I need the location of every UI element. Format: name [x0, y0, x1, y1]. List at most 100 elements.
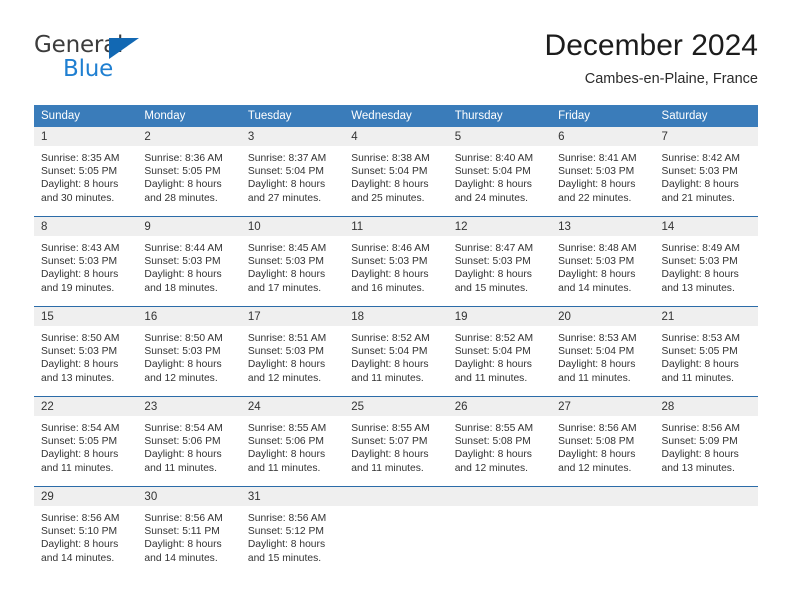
day-cell[interactable]: 10 Sunrise: 8:45 AM Sunset: 5:03 PM Dayl…	[240, 216, 345, 307]
calendar-week-row: 1 Sunrise: 8:35 AM Sunset: 5:05 PM Dayli…	[34, 127, 758, 217]
sunrise-text: Sunrise: 8:48 AM	[558, 243, 637, 254]
day-cell[interactable]: 25 Sunrise: 8:55 AM Sunset: 5:07 PM Dayl…	[344, 396, 448, 487]
daylight-text-line2: and 14 minutes.	[558, 282, 632, 294]
daylight-text-line2: and 16 minutes.	[351, 282, 425, 294]
day-number: 7	[654, 127, 758, 146]
day-cell[interactable]: 15 Sunrise: 8:50 AM Sunset: 5:03 PM Dayl…	[34, 306, 138, 397]
day-details: Sunrise: 8:55 AM Sunset: 5:06 PM Dayligh…	[241, 416, 344, 475]
sunset-text: Sunset: 5:03 PM	[558, 166, 635, 178]
day-cell[interactable]: 3 Sunrise: 8:37 AM Sunset: 5:04 PM Dayli…	[240, 127, 345, 217]
day-number: 28	[654, 397, 758, 416]
day-number: 11	[344, 217, 448, 236]
day-cell[interactable]: 22 Sunrise: 8:54 AM Sunset: 5:05 PM Dayl…	[34, 396, 138, 487]
day-cell[interactable]: 6 Sunrise: 8:41 AM Sunset: 5:03 PM Dayli…	[551, 127, 655, 217]
day-details: Sunrise: 8:48 AM Sunset: 5:03 PM Dayligh…	[551, 236, 654, 295]
day-number: 16	[137, 307, 241, 326]
day-number: 17	[240, 307, 345, 326]
day-cell[interactable]: 31 Sunrise: 8:56 AM Sunset: 5:12 PM Dayl…	[240, 486, 345, 576]
day-cell[interactable]: 17 Sunrise: 8:51 AM Sunset: 5:03 PM Dayl…	[240, 306, 345, 397]
day-cell[interactable]: 28 Sunrise: 8:56 AM Sunset: 5:09 PM Dayl…	[654, 396, 758, 487]
sunset-text: Sunset: 5:03 PM	[454, 256, 531, 268]
daylight-text-line1: Daylight: 8 hours	[351, 179, 429, 191]
weekday-header-sunday: Sunday	[34, 105, 138, 127]
day-cell[interactable]: 7 Sunrise: 8:42 AM Sunset: 5:03 PM Dayli…	[654, 127, 758, 217]
day-details: Sunrise: 8:45 AM Sunset: 5:03 PM Dayligh…	[241, 236, 344, 295]
day-number: 6	[551, 127, 655, 146]
sunset-text: Sunset: 5:08 PM	[454, 436, 531, 448]
sunset-text: Sunset: 5:05 PM	[41, 166, 118, 178]
sunrise-text: Sunrise: 8:52 AM	[454, 333, 534, 344]
day-cell[interactable]: 30 Sunrise: 8:56 AM Sunset: 5:11 PM Dayl…	[137, 486, 241, 576]
day-cell[interactable]: 9 Sunrise: 8:44 AM Sunset: 5:03 PM Dayli…	[137, 216, 241, 307]
day-number: 3	[240, 127, 345, 146]
daylight-text-line1: Daylight: 8 hours	[661, 449, 739, 461]
day-details: Sunrise: 8:42 AM Sunset: 5:03 PM Dayligh…	[655, 146, 758, 205]
daylight-text-line1: Daylight: 8 hours	[351, 269, 429, 281]
sunrise-text: Sunrise: 8:41 AM	[558, 153, 637, 164]
day-cell[interactable]: 8 Sunrise: 8:43 AM Sunset: 5:03 PM Dayli…	[34, 216, 138, 307]
day-cell[interactable]: 4 Sunrise: 8:38 AM Sunset: 5:04 PM Dayli…	[344, 127, 448, 217]
day-number	[447, 487, 552, 506]
day-cell[interactable]: 27 Sunrise: 8:56 AM Sunset: 5:08 PM Dayl…	[551, 396, 655, 487]
day-cell[interactable]: 26 Sunrise: 8:55 AM Sunset: 5:08 PM Dayl…	[447, 396, 552, 487]
sunset-text: Sunset: 5:12 PM	[247, 526, 324, 538]
day-details: Sunrise: 8:47 AM Sunset: 5:03 PM Dayligh…	[448, 236, 551, 295]
daylight-text-line2: and 27 minutes.	[247, 192, 322, 204]
sunrise-text: Sunrise: 8:40 AM	[454, 153, 534, 164]
daylight-text-line1: Daylight: 8 hours	[144, 269, 222, 281]
calendar-body: 1 Sunrise: 8:35 AM Sunset: 5:05 PM Dayli…	[34, 127, 758, 576]
sunset-text: Sunset: 5:04 PM	[247, 166, 324, 178]
day-cell[interactable]: 2 Sunrise: 8:36 AM Sunset: 5:05 PM Dayli…	[137, 127, 241, 217]
day-cell[interactable]: 18 Sunrise: 8:52 AM Sunset: 5:04 PM Dayl…	[344, 306, 448, 397]
day-cell[interactable]: 24 Sunrise: 8:55 AM Sunset: 5:06 PM Dayl…	[240, 396, 345, 487]
sunset-text: Sunset: 5:03 PM	[661, 166, 738, 178]
weekday-header-tuesday: Tuesday	[240, 105, 345, 127]
title-block: December 2024 Cambes-en-Plaine, France	[545, 28, 758, 89]
daylight-text-line1: Daylight: 8 hours	[41, 179, 119, 191]
daylight-text-line2: and 11 minutes.	[661, 372, 735, 384]
day-cell[interactable]: 19 Sunrise: 8:52 AM Sunset: 5:04 PM Dayl…	[447, 306, 552, 397]
sunrise-text: Sunrise: 8:56 AM	[661, 423, 740, 434]
day-number	[551, 487, 655, 506]
day-details: Sunrise: 8:49 AM Sunset: 5:03 PM Dayligh…	[655, 236, 758, 295]
day-cell[interactable]: 5 Sunrise: 8:40 AM Sunset: 5:04 PM Dayli…	[447, 127, 552, 217]
general-blue-logo[interactable]: General Blue	[34, 28, 214, 88]
day-details: Sunrise: 8:41 AM Sunset: 5:03 PM Dayligh…	[551, 146, 654, 205]
sunrise-text: Sunrise: 8:56 AM	[144, 513, 223, 524]
day-cell[interactable]: 14 Sunrise: 8:49 AM Sunset: 5:03 PM Dayl…	[654, 216, 758, 307]
day-details: Sunrise: 8:54 AM Sunset: 5:05 PM Dayligh…	[34, 416, 137, 475]
day-cell[interactable]: 29 Sunrise: 8:56 AM Sunset: 5:10 PM Dayl…	[34, 486, 138, 576]
day-details: Sunrise: 8:54 AM Sunset: 5:06 PM Dayligh…	[137, 416, 240, 475]
day-number: 10	[240, 217, 345, 236]
daylight-text-line2: and 15 minutes.	[454, 282, 528, 294]
day-cell[interactable]: 21 Sunrise: 8:53 AM Sunset: 5:05 PM Dayl…	[654, 306, 758, 397]
daylight-text-line1: Daylight: 8 hours	[247, 179, 326, 191]
day-cell[interactable]: 23 Sunrise: 8:54 AM Sunset: 5:06 PM Dayl…	[137, 396, 241, 487]
day-cell[interactable]: 12 Sunrise: 8:47 AM Sunset: 5:03 PM Dayl…	[447, 216, 552, 307]
daylight-text-line1: Daylight: 8 hours	[454, 179, 532, 191]
day-number: 2	[137, 127, 241, 146]
sunset-text: Sunset: 5:10 PM	[41, 526, 118, 538]
daylight-text-line1: Daylight: 8 hours	[41, 539, 119, 551]
day-cell[interactable]: 1 Sunrise: 8:35 AM Sunset: 5:05 PM Dayli…	[34, 127, 138, 217]
day-cell[interactable]: 16 Sunrise: 8:50 AM Sunset: 5:03 PM Dayl…	[137, 306, 241, 397]
weekday-header-thursday: Thursday	[447, 105, 552, 127]
daylight-text-line1: Daylight: 8 hours	[558, 449, 636, 461]
sunrise-text: Sunrise: 8:56 AM	[558, 423, 637, 434]
day-number: 9	[137, 217, 241, 236]
sunrise-text: Sunrise: 8:47 AM	[454, 243, 534, 254]
sunrise-text: Sunrise: 8:55 AM	[351, 423, 430, 434]
daylight-text-line2: and 12 minutes.	[247, 372, 322, 384]
calendar-week-row: 8 Sunrise: 8:43 AM Sunset: 5:03 PM Dayli…	[34, 216, 758, 307]
daylight-text-line1: Daylight: 8 hours	[144, 179, 222, 191]
sunrise-text: Sunrise: 8:49 AM	[661, 243, 740, 254]
daylight-text-line2: and 19 minutes.	[41, 282, 115, 294]
daylight-text-line1: Daylight: 8 hours	[454, 269, 532, 281]
sunrise-text: Sunrise: 8:45 AM	[247, 243, 327, 254]
day-cell[interactable]: 11 Sunrise: 8:46 AM Sunset: 5:03 PM Dayl…	[344, 216, 448, 307]
daylight-text-line2: and 12 minutes.	[558, 462, 632, 474]
sunrise-text: Sunrise: 8:43 AM	[41, 243, 120, 254]
weekday-header-wednesday: Wednesday	[344, 105, 448, 127]
day-cell[interactable]: 13 Sunrise: 8:48 AM Sunset: 5:03 PM Dayl…	[551, 216, 655, 307]
day-cell[interactable]: 20 Sunrise: 8:53 AM Sunset: 5:04 PM Dayl…	[551, 306, 655, 397]
